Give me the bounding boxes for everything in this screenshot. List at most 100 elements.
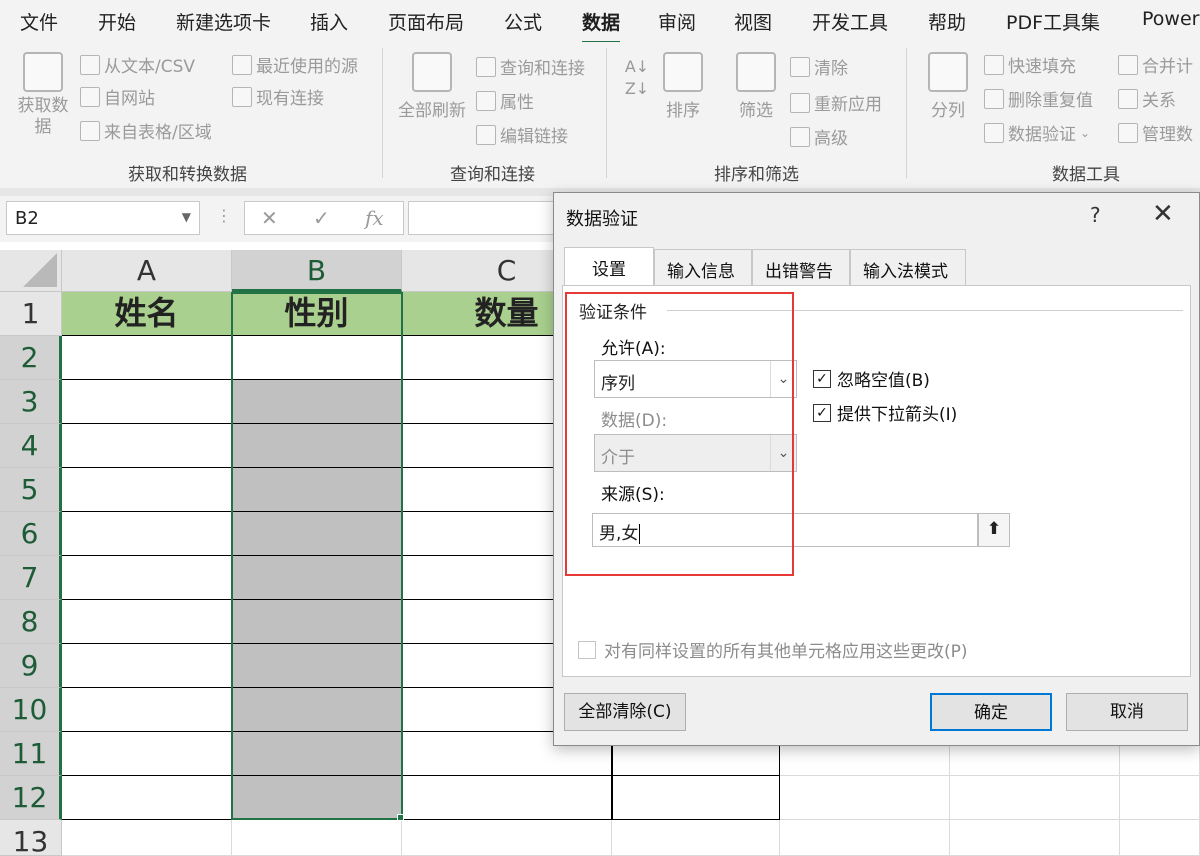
queries-connections-button[interactable]: 查询和连接 xyxy=(476,54,585,79)
table-cell[interactable] xyxy=(62,644,232,688)
row-header-5[interactable]: 5 xyxy=(0,468,62,512)
sort-button[interactable]: 排序 xyxy=(660,52,706,121)
help-icon[interactable]: ? xyxy=(1090,203,1101,227)
name-box[interactable]: B2 ▼ xyxy=(6,201,200,235)
drag-handle-icon[interactable]: ⋮ xyxy=(216,206,232,225)
row-header-7[interactable]: 7 xyxy=(0,556,62,600)
table-cell[interactable] xyxy=(62,512,232,556)
tab-developer[interactable]: 开发工具 xyxy=(812,8,888,35)
ok-button[interactable]: 确定 xyxy=(930,693,1052,731)
refresh-all-button[interactable]: 全部刷新 xyxy=(396,52,468,121)
manage-data-model-button[interactable]: 管理数 xyxy=(1118,120,1193,145)
tab-insert[interactable]: 插入 xyxy=(310,8,348,35)
tab-new-tab[interactable]: 新建选项卡 xyxy=(176,8,271,35)
tab-ime-mode[interactable]: 输入法模式 xyxy=(850,249,966,285)
tab-data[interactable]: 数据 xyxy=(582,8,621,44)
flash-fill-button[interactable]: 快速填充 xyxy=(984,52,1076,77)
ignore-blank-checkbox[interactable]: ✓ 忽略空值(B) xyxy=(813,366,930,391)
clear-button[interactable]: 清除 xyxy=(790,54,848,79)
cancel-entry-icon[interactable]: ✕ xyxy=(261,206,278,230)
get-data-button[interactable]: 获取数 据 xyxy=(14,52,72,138)
row-header-3[interactable]: 3 xyxy=(0,380,62,424)
row-header-2[interactable]: 2 xyxy=(0,336,62,380)
cancel-button[interactable]: 取消 xyxy=(1066,693,1188,731)
text-to-columns-button[interactable]: 分列 xyxy=(924,52,972,121)
row-header-4[interactable]: 4 xyxy=(0,424,62,468)
tab-formulas[interactable]: 公式 xyxy=(504,8,542,35)
insert-function-icon[interactable]: fx xyxy=(365,206,384,230)
tab-home[interactable]: 开始 xyxy=(98,8,136,35)
table-cell[interactable] xyxy=(62,424,232,468)
table-cell[interactable] xyxy=(62,776,232,820)
collapse-dialog-icon[interactable]: ⬆ xyxy=(978,513,1010,547)
row-header-6[interactable]: 6 xyxy=(0,512,62,556)
row-header-9[interactable]: 9 xyxy=(0,644,62,688)
from-text-button[interactable]: 从文本/CSV xyxy=(80,52,195,77)
row-header-10[interactable]: 10 xyxy=(0,688,62,732)
table-cell[interactable] xyxy=(62,600,232,644)
in-cell-dropdown-checkbox[interactable]: ✓ 提供下拉箭头(I) xyxy=(813,400,957,425)
column-header-b[interactable]: B xyxy=(232,250,402,292)
data-validation-button[interactable]: 数据验证 ⌄ xyxy=(984,120,1090,145)
table-cell[interactable] xyxy=(950,820,1120,856)
tab-page-layout[interactable]: 页面布局 xyxy=(388,8,464,35)
table-cell[interactable] xyxy=(1120,776,1200,820)
clear-all-button[interactable]: 全部清除(C) xyxy=(564,693,686,731)
tab-view[interactable]: 视图 xyxy=(734,8,772,35)
tab-settings[interactable]: 设置 xyxy=(564,247,654,285)
table-cell[interactable] xyxy=(780,776,950,820)
row-header-8[interactable]: 8 xyxy=(0,600,62,644)
properties-button[interactable]: 属性 xyxy=(476,88,534,113)
table-cell[interactable] xyxy=(950,776,1120,820)
tab-file[interactable]: 文件 xyxy=(20,8,58,35)
tab-power[interactable]: Power xyxy=(1142,8,1199,30)
table-cell[interactable] xyxy=(612,820,780,856)
column-header-a[interactable]: A xyxy=(62,250,232,292)
table-cell[interactable] xyxy=(62,336,232,380)
table-cell[interactable] xyxy=(232,820,402,856)
existing-connections-button[interactable]: 现有连接 xyxy=(232,84,324,109)
row-header-1[interactable]: 1 xyxy=(0,292,62,336)
table-cell[interactable] xyxy=(62,380,232,424)
table-cell[interactable] xyxy=(62,556,232,600)
table-cell[interactable] xyxy=(62,732,232,776)
reapply-button[interactable]: 重新应用 xyxy=(790,90,882,115)
table-cell[interactable] xyxy=(1120,820,1200,856)
edit-links-button[interactable]: 编辑链接 xyxy=(476,122,568,147)
row-header-12[interactable]: 12 xyxy=(0,776,62,820)
sort-az-button[interactable]: A↓ Z↓ xyxy=(622,56,652,100)
row-header-11[interactable]: 11 xyxy=(0,732,62,776)
recent-sources-button[interactable]: 最近使用的源 xyxy=(232,52,358,77)
table-cell[interactable] xyxy=(780,820,950,856)
table-cell[interactable] xyxy=(62,688,232,732)
consolidate-button[interactable]: 合并计 xyxy=(1118,52,1193,77)
table-cell[interactable] xyxy=(402,820,612,856)
fill-handle[interactable] xyxy=(397,814,404,821)
from-table-button[interactable]: 来自表格/区域 xyxy=(80,118,212,143)
close-icon[interactable]: ✕ xyxy=(1152,199,1174,229)
cell-a1[interactable]: 姓名 xyxy=(62,292,232,336)
select-all-corner[interactable] xyxy=(0,250,62,292)
tab-review[interactable]: 审阅 xyxy=(658,8,696,35)
confirm-entry-icon[interactable]: ✓ xyxy=(313,206,330,230)
checkbox-checked-icon[interactable]: ✓ xyxy=(813,403,831,422)
tab-error-alert[interactable]: 出错警告 xyxy=(752,249,850,285)
chevron-down-icon[interactable]: ▼ xyxy=(182,210,191,224)
remove-duplicates-button[interactable]: 删除重复值 xyxy=(984,86,1093,111)
tab-pdf-tools[interactable]: PDF工具集 xyxy=(1006,8,1100,35)
checkbox-checked-icon[interactable]: ✓ xyxy=(813,369,831,388)
from-web-button[interactable]: 自网站 xyxy=(80,84,155,109)
table-cell[interactable] xyxy=(402,776,612,820)
table-cell[interactable] xyxy=(62,468,232,512)
tab-help[interactable]: 帮助 xyxy=(928,8,966,35)
checkbox-unchecked-icon[interactable] xyxy=(578,640,596,659)
row-header-13[interactable]: 13 xyxy=(0,820,62,856)
tab-input-message[interactable]: 输入信息 xyxy=(654,249,752,285)
formula-buttons: ✕ ✓ fx xyxy=(244,201,404,235)
table-cell[interactable] xyxy=(612,776,780,820)
apply-to-all-checkbox[interactable]: 对有同样设置的所有其他单元格应用这些更改(P) xyxy=(578,637,968,662)
table-cell[interactable] xyxy=(62,820,232,856)
relationships-button[interactable]: 关系 xyxy=(1118,86,1176,111)
filter-button[interactable]: 筛选 xyxy=(734,52,778,121)
advanced-button[interactable]: 高级 xyxy=(790,124,848,149)
